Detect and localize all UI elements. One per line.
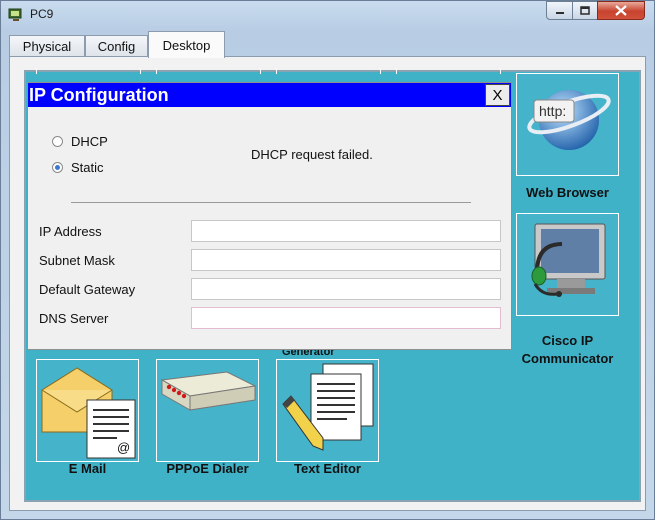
pppoe-dialer-icon [160,371,257,411]
ip-configuration-dialog: IP Configuration X DHCP Static DHCP requ… [27,82,512,350]
email-icon: @ [41,367,136,459]
text-editor-icon [282,363,374,451]
dhcp-status-text: DHCP request failed. [251,147,373,162]
dns-server-field[interactable] [191,307,501,329]
minimize-icon [555,11,564,14]
radio-label-dhcp: DHCP [71,134,108,149]
app-label-line: Cisco IP [541,333,594,348]
radio-dhcp[interactable]: DHCP [52,134,108,149]
tab-label: Desktop [162,37,211,53]
tab-desktop[interactable]: Desktop [148,31,225,58]
dialog-title-bar[interactable]: IP Configuration X [28,83,511,107]
svg-text:@: @ [117,440,130,455]
app-label-pppoe-dialer: PPPoE Dialer [166,461,249,476]
svg-text:http:: http: [539,103,566,119]
app-window: PC9 Physical Config Desktop http: Web Br… [0,0,655,520]
radio-label-static: Static [71,160,104,175]
web-browser-icon: http: [527,90,611,150]
app-web-browser[interactable]: http: [516,73,619,176]
radio-button-selected[interactable] [52,162,63,173]
app-text-editor[interactable] [276,359,379,462]
pc-app-icon [8,8,22,21]
radio-button[interactable] [52,136,63,147]
dns-server-label: DNS Server [39,311,109,326]
close-window-button[interactable] [597,1,645,20]
tab-physical[interactable]: Physical [9,35,85,57]
hidden-app-tile [156,68,261,74]
app-label-line: Communicator [521,351,614,366]
app-label-email: E Mail [68,461,107,476]
tab-label: Config [97,39,136,54]
hidden-app-tile [36,68,141,74]
default-gateway-label: Default Gateway [39,282,136,297]
app-label-text-editor: Text Editor [294,461,361,476]
hidden-app-tile [276,68,381,74]
close-icon [615,5,627,16]
app-cisco-ip-communicator[interactable] [516,213,619,316]
ip-phone-icon [531,223,606,297]
window-title: PC9 [30,7,54,21]
app-email[interactable]: @ [36,359,139,462]
maximize-button[interactable] [572,1,598,20]
divider [71,202,471,203]
radio-static[interactable]: Static [52,160,104,175]
dialog-close-button[interactable]: X [485,84,510,106]
ip-address-field[interactable] [191,220,501,242]
app-label-cisco-ip-communicator: Cisco IP Communicator [504,332,631,368]
title-bar[interactable]: PC9 [1,1,654,29]
dialog-title: IP Configuration [29,85,169,105]
minimize-button[interactable] [546,1,573,20]
subnet-mask-field[interactable] [191,249,501,271]
maximize-icon [580,5,590,15]
tab-label: Physical [22,39,72,54]
subnet-mask-label: Subnet Mask [39,253,115,268]
ip-address-label: IP Address [39,224,102,239]
hidden-app-tile [396,68,501,74]
hidden-app-label: Generator [282,350,335,358]
app-pppoe-dialer[interactable] [156,359,259,462]
app-label-web-browser: Web Browser [526,185,609,200]
default-gateway-field[interactable] [191,278,501,300]
tab-config[interactable]: Config [85,35,148,57]
